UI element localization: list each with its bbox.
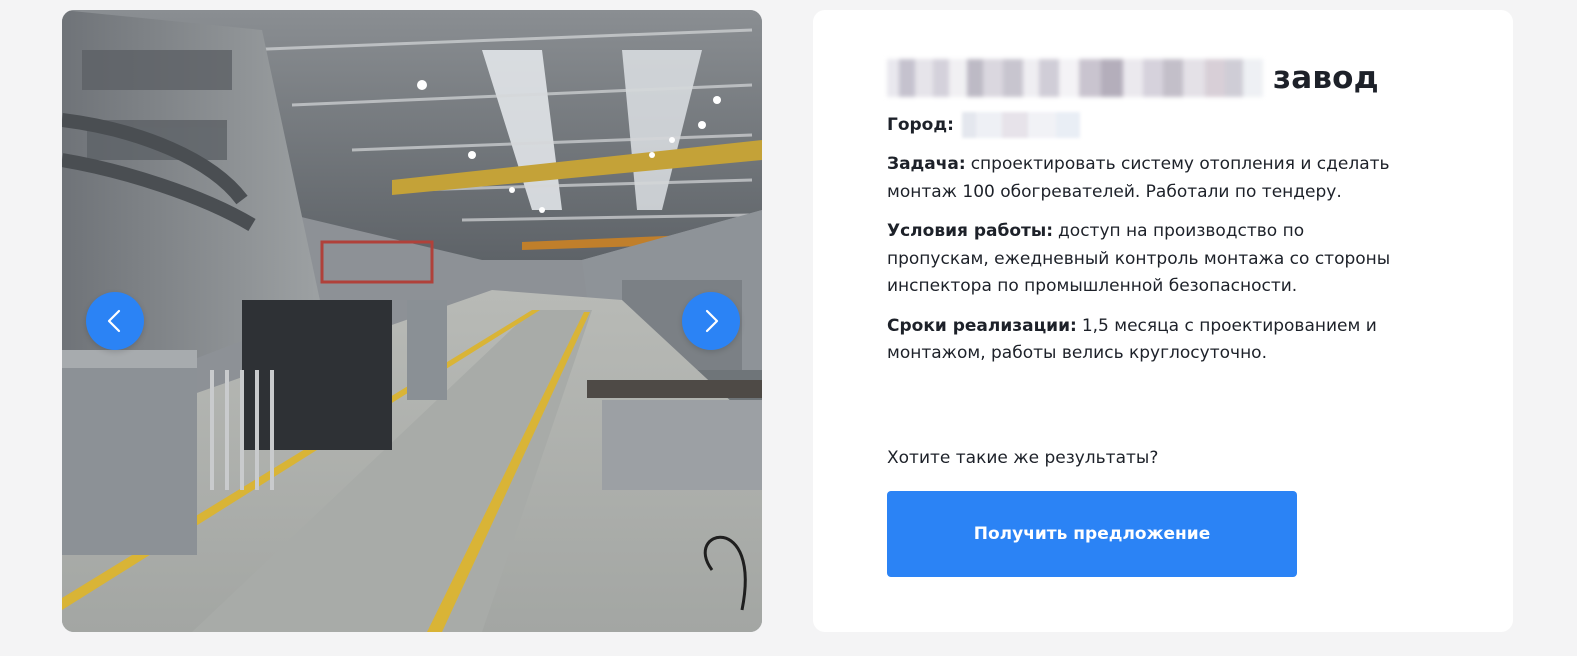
city-label: Город: bbox=[887, 115, 954, 135]
task-label: Задача: bbox=[887, 154, 966, 174]
project-title: завод bbox=[887, 54, 1407, 102]
title-suffix: завод bbox=[1273, 60, 1379, 96]
factory-photo bbox=[62, 10, 762, 632]
redacted-title-part bbox=[887, 59, 1263, 97]
task-paragraph: Задача: спроектировать систему отопления … bbox=[887, 151, 1407, 206]
deadline-paragraph: Сроки реализации: 1,5 месяца с проектиров… bbox=[887, 313, 1407, 368]
slider-next-button[interactable] bbox=[682, 292, 740, 350]
city-row: Город: bbox=[887, 110, 1407, 140]
get-offer-button[interactable]: Получить предложение bbox=[887, 491, 1297, 577]
slider-prev-button[interactable] bbox=[86, 292, 144, 350]
redacted-city-value bbox=[961, 112, 1080, 138]
cta-question: Хотите такие же результаты? bbox=[887, 448, 1159, 468]
chevron-left-icon bbox=[107, 309, 121, 333]
chevron-right-icon bbox=[705, 309, 719, 333]
conditions-paragraph: Условия работы: доступ на производство по… bbox=[887, 218, 1407, 301]
project-details: завод Город: Задача: спроектировать систе… bbox=[887, 54, 1407, 368]
project-card: завод Город: Задача: спроектировать систе… bbox=[813, 10, 1513, 632]
conditions-label: Условия работы: bbox=[887, 221, 1054, 241]
deadline-label: Сроки реализации: bbox=[887, 315, 1077, 336]
photo-slider[interactable] bbox=[62, 10, 762, 632]
